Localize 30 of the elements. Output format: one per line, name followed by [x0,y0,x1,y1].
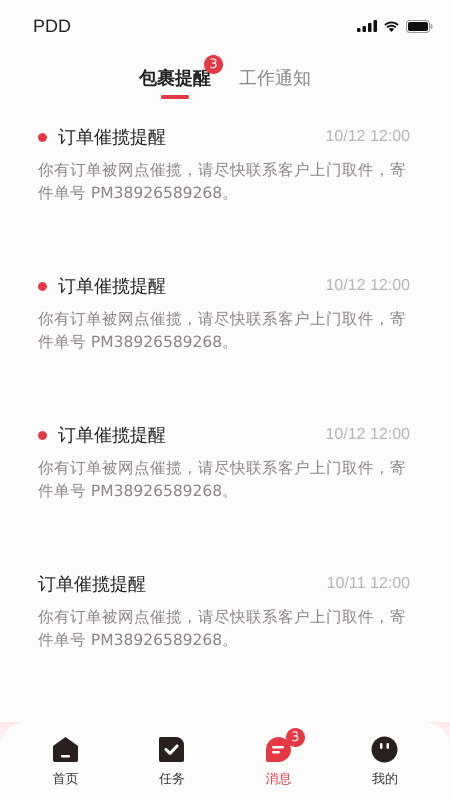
tab-indicator [161,95,189,99]
nav-item[interactable]: 我的 [350,722,420,800]
checkbox-icon [158,736,186,763]
message-body: 你有订单被网点催揽，请尽快联系客户上门取件，寄件单号 PM38926589268。 [38,309,407,353]
house-icon [52,736,79,763]
carrier-name: PDD [33,16,72,36]
message-title: 订单催揽提醒 [38,573,147,596]
message-time: 10/11 12:00 [326,575,410,593]
message-title: 订单催揽提醒 [58,424,167,447]
message-item[interactable]: 订单催揽提醒 10/11 12:00 你有订单被网点催揽，请尽快联系客户上门取件，寄件单号 PM38926589268。 [38,555,410,704]
nav-item[interactable]: 首页 [30,722,100,800]
message-item[interactable]: 订单催揽提醒 10/12 12:00 你有订单被网点催揽，请尽快联系客户上门取件，寄件单号 PM38926589268。 [38,108,410,257]
wifi-icon [383,20,400,32]
count-badge: 3 [286,728,305,747]
nav-item[interactable]: 3 消息 [243,722,314,800]
message-title: 订单催揽提醒 [58,126,167,149]
face-icon [371,736,398,763]
message-item[interactable]: 订单催揽提醒 10/12 12:00 你有订单被网点催揽，请尽快联系客户上门取件，寄件单号 PM38926589268。 [38,257,410,406]
chat-bubble-icon [264,736,292,763]
message-body: 你有订单被网点催揽，请尽快联系客户上门取件，寄件单号 PM38926589268。 [38,458,407,502]
message-time: 10/12 12:00 [325,128,410,146]
message-body: 你有订单被网点催揽，请尽快联系客户上门取件，寄件单号 PM38926589268。 [38,160,407,204]
battery-icon [406,20,433,32]
nav-item[interactable]: 任务 [136,722,207,800]
signal-icon [357,20,377,32]
message-item[interactable]: 订单催揽提醒 10/12 12:00 你有订单被网点催揽，请尽快联系客户上门取件，寄件单号 PM38926589268。 [38,406,410,555]
message-body: 你有订单被网点催揽，请尽快联系客户上门取件，寄件单号 PM38926589268。 [38,607,407,651]
message-title: 订单催揽提醒 [58,275,167,298]
message-time: 10/12 12:00 [325,277,410,295]
message-time: 10/12 12:00 [325,426,410,444]
